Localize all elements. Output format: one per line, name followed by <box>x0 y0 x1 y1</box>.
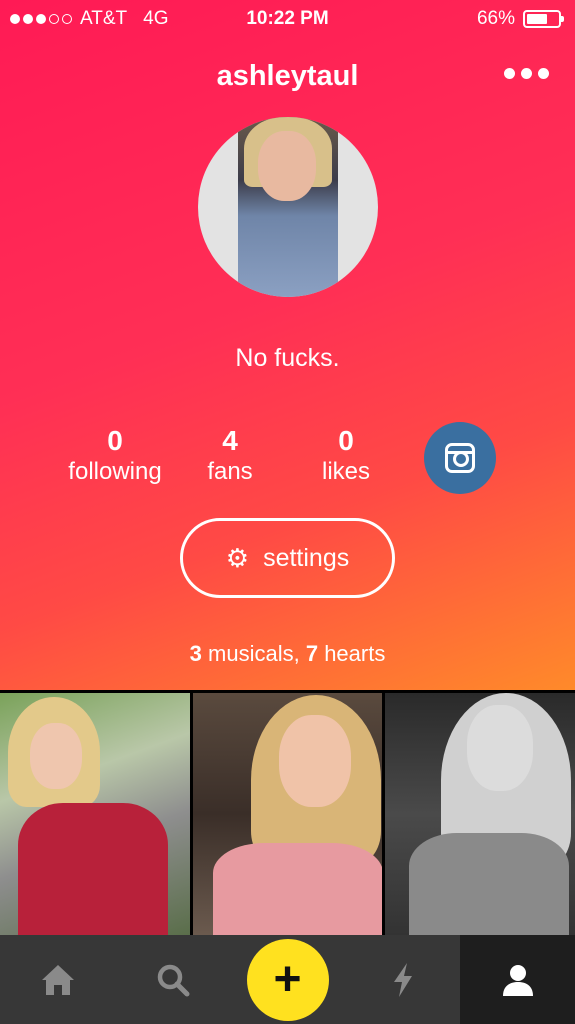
stat-following-count: 0 <box>107 425 123 456</box>
gear-icon: ⚙ <box>225 543 250 573</box>
musicals-grid <box>0 693 575 935</box>
more-icon[interactable] <box>504 68 549 79</box>
stat-following-label: following <box>68 458 162 485</box>
tab-activity[interactable] <box>345 935 460 1024</box>
lightning-icon <box>393 962 412 997</box>
status-bar: AT&T 4G 10:22 PM 66% <box>0 0 575 40</box>
stat-likes[interactable]: 0 likes <box>306 425 386 487</box>
plus-icon: + <box>246 938 329 1021</box>
profile-header: AT&T 4G 10:22 PM 66% ashleytaul No fucks… <box>0 0 575 690</box>
profile-summary: 3 musicals, 7 hearts <box>0 641 575 667</box>
musicals-count: 3 <box>189 641 202 666</box>
search-icon <box>157 964 189 996</box>
hearts-text: hearts <box>318 641 386 666</box>
profile-bio: No fucks. <box>235 344 340 372</box>
instagram-button[interactable] <box>424 422 496 494</box>
settings-label: settings <box>263 543 350 572</box>
stat-following[interactable]: 0 following <box>62 425 168 487</box>
musical-thumbnail[interactable] <box>385 693 575 935</box>
battery-icon <box>523 10 564 28</box>
tab-create[interactable]: + <box>230 935 345 1024</box>
musical-thumbnail[interactable] <box>0 693 190 935</box>
musicals-text: musicals, <box>201 641 306 666</box>
musical-thumbnail[interactable] <box>192 693 383 935</box>
tab-home[interactable] <box>0 935 115 1024</box>
avatar[interactable] <box>198 117 378 297</box>
home-icon <box>41 964 74 995</box>
settings-button[interactable]: ⚙ settings <box>180 518 395 598</box>
stat-fans-count: 4 <box>222 425 238 456</box>
tab-bar: + <box>0 935 575 1024</box>
stat-likes-count: 0 <box>338 425 354 456</box>
hearts-count: 7 <box>305 641 319 666</box>
tab-search[interactable] <box>115 935 230 1024</box>
battery-percent: 66% <box>476 8 515 29</box>
stat-fans[interactable]: 4 fans <box>190 425 270 487</box>
profile-icon <box>502 964 533 996</box>
instagram-icon <box>445 443 475 473</box>
stat-fans-label: fans <box>207 458 253 485</box>
tab-profile[interactable] <box>460 935 575 1024</box>
stat-likes-label: likes <box>321 458 370 485</box>
profile-username: ashleytaul <box>216 60 359 92</box>
